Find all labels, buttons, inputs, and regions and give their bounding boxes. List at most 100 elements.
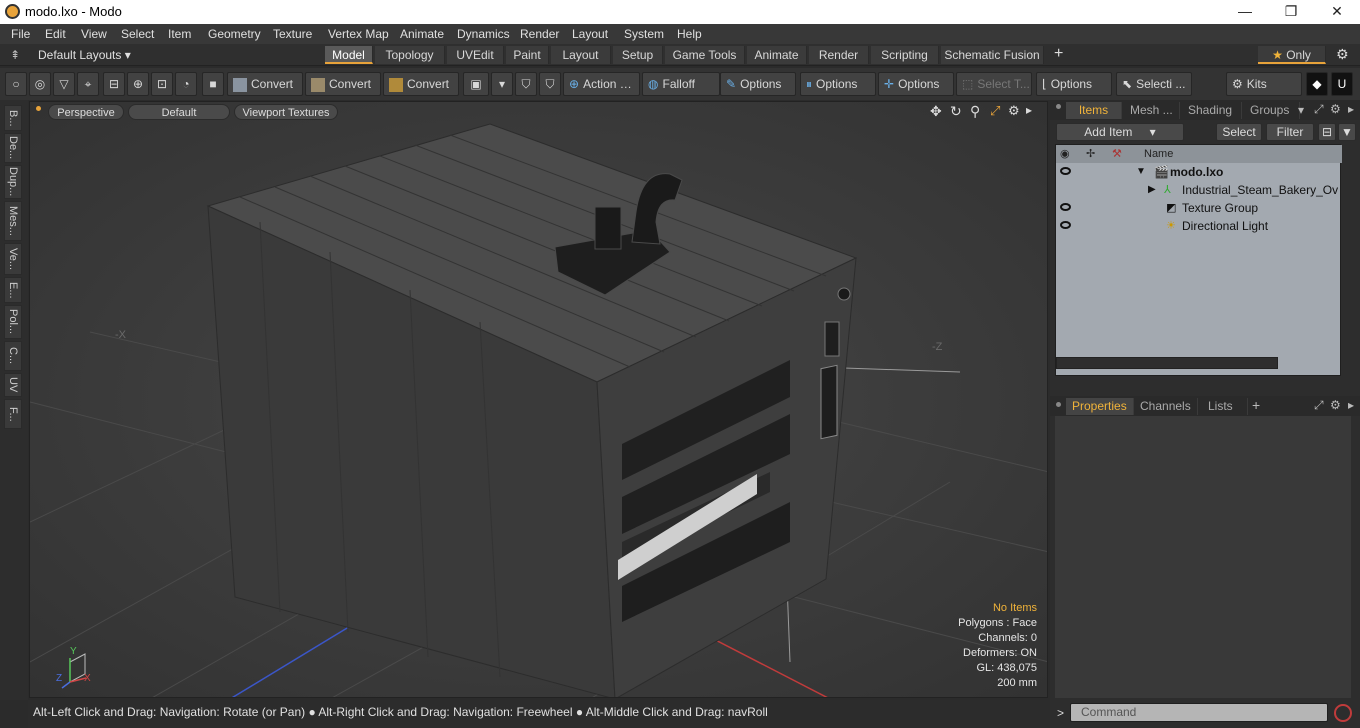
menu-texture[interactable]: Texture <box>273 27 312 41</box>
tab-game-tools[interactable]: Game Tools <box>665 46 745 64</box>
left-tab-fusion[interactable]: F... <box>4 399 22 429</box>
options-button-4[interactable]: ⌊ Options <box>1036 72 1112 96</box>
perspective-dropdown[interactable]: Perspective <box>48 104 124 120</box>
menu-vertex-map[interactable]: Vertex Map <box>328 27 389 41</box>
tree-row-directional-light[interactable]: ☀ Directional Light <box>1056 217 1342 235</box>
tab-uvedit[interactable]: UVEdit <box>447 46 504 64</box>
menu-select[interactable]: Select <box>121 27 154 41</box>
tab-scripting[interactable]: Scripting <box>871 46 939 64</box>
tab-topology[interactable]: Topology <box>375 46 445 64</box>
collapsed-arrow-icon[interactable]: ▶ <box>1148 181 1156 199</box>
menu-dynamics[interactable]: Dynamics <box>457 27 510 41</box>
tab-layout[interactable]: Layout <box>551 46 611 64</box>
panel-dot-icon[interactable] <box>1056 104 1061 109</box>
primitive-cube-icon[interactable]: ▣ <box>463 72 489 96</box>
unity-icon[interactable]: ◆ <box>1306 72 1328 96</box>
zoom-icon[interactable]: ⚲ <box>970 103 980 120</box>
panel-dot-icon[interactable] <box>1056 402 1061 407</box>
tab-animate[interactable]: Animate <box>747 46 807 64</box>
left-tab-duplicate[interactable]: Dup... <box>4 165 22 199</box>
visibility-eye-icon[interactable] <box>1060 167 1071 175</box>
menu-edit[interactable]: Edit <box>45 27 66 41</box>
tab-lists[interactable]: Lists <box>1202 398 1248 415</box>
panel-settings-icon[interactable]: ⚙ <box>1330 102 1341 116</box>
render-column-icon[interactable]: ⚒ <box>1112 147 1122 160</box>
tree-row-mesh[interactable]: ▶ ⅄ Industrial_Steam_Bakery_Ov ... <box>1056 181 1342 199</box>
options-button-1[interactable]: ✎ Options <box>720 72 796 96</box>
tab-mesh[interactable]: Mesh ... <box>1124 102 1180 119</box>
select-polygons-icon[interactable]: ▽ <box>53 72 75 96</box>
visibility-eye-icon[interactable] <box>1060 203 1071 211</box>
filter-button[interactable]: Filter <box>1266 123 1314 141</box>
add-tab-icon[interactable]: + <box>1252 397 1260 413</box>
falloff-button[interactable]: ◍ Falloff <box>642 72 720 96</box>
panel-menu-arrow-icon[interactable]: ▸ <box>1348 102 1354 116</box>
options-button-3[interactable]: ✛ Options <box>878 72 954 96</box>
visibility-eye-icon[interactable] <box>1060 221 1071 229</box>
close-button[interactable]: ✕ <box>1314 0 1360 24</box>
menu-geometry[interactable]: Geometry <box>208 27 261 41</box>
left-tab-uv[interactable]: UV <box>4 373 22 397</box>
default-layouts-dropdown[interactable]: Default Layouts ▾ <box>38 48 131 62</box>
rotate-icon[interactable]: ↻ <box>950 103 962 120</box>
tab-properties[interactable]: Properties <box>1066 398 1134 415</box>
mesh-cube-icon[interactable]: ■ <box>202 72 224 96</box>
snap-icon[interactable]: ◔ <box>175 72 197 96</box>
tree-horizontal-scrollbar[interactable] <box>1056 357 1278 369</box>
menu-view[interactable]: View <box>81 27 107 41</box>
tabs-overflow-icon[interactable]: ▾ <box>1298 103 1304 117</box>
center-icon[interactable]: ⊕ <box>127 72 149 96</box>
add-item-button[interactable]: Add Item ▾ <box>1056 123 1184 141</box>
tab-items[interactable]: Items <box>1066 102 1122 119</box>
menu-system[interactable]: System <box>624 27 664 41</box>
left-tab-deform[interactable]: De... <box>4 133 22 163</box>
menu-animate[interactable]: Animate <box>400 27 444 41</box>
shield-alt-icon[interactable]: ⛉ <box>539 72 561 96</box>
menu-item[interactable]: Item <box>168 27 191 41</box>
maximize-button[interactable]: ❐ <box>1268 0 1314 24</box>
maximize-viewport-icon[interactable]: ⤢ <box>990 103 1000 119</box>
menu-file[interactable]: File <box>11 27 30 41</box>
viewport-textures-dropdown[interactable]: Viewport Textures <box>234 104 338 120</box>
left-tab-edge[interactable]: E... <box>4 277 22 303</box>
command-history-icon[interactable] <box>1334 704 1352 722</box>
panel-expand-icon[interactable]: ⤢ <box>1314 398 1324 413</box>
left-tab-polygon[interactable]: Pol... <box>4 305 22 339</box>
select-edges-icon[interactable]: ◎ <box>29 72 51 96</box>
convert-button-3[interactable]: Convert <box>383 72 459 96</box>
collapse-icon[interactable]: ⊟ <box>1318 123 1336 141</box>
select-materials-icon[interactable]: ⊟ <box>103 72 125 96</box>
name-column-header[interactable]: Name <box>1144 148 1173 160</box>
select-items-icon[interactable]: ⌖ <box>77 72 99 96</box>
tree-row-scene[interactable]: ▼ 🎬 modo.lxo <box>1056 163 1342 181</box>
eye-column-icon[interactable]: ◉ <box>1060 147 1070 160</box>
select-vertices-icon[interactable]: ○ <box>5 72 27 96</box>
menu-help[interactable]: Help <box>677 27 702 41</box>
menu-layout[interactable]: Layout <box>572 27 608 41</box>
funnel-filter-icon[interactable]: ▼ <box>1338 123 1356 141</box>
minimize-button[interactable]: — <box>1222 0 1268 24</box>
command-input[interactable]: Command <box>1070 703 1328 722</box>
gear-icon[interactable]: ⚙ <box>1336 46 1349 63</box>
viewport-dot-icon[interactable] <box>36 106 41 111</box>
pan-icon[interactable]: ✥ <box>930 103 942 120</box>
expanded-arrow-icon[interactable]: ▼ <box>1136 163 1146 181</box>
left-tab-mesh-edit[interactable]: Mes... <box>4 201 22 241</box>
tree-row-texture-group[interactable]: ◩ Texture Group <box>1056 199 1342 217</box>
tab-setup[interactable]: Setup <box>613 46 663 64</box>
shield-icon[interactable]: ⛉ <box>515 72 537 96</box>
convert-button-2[interactable]: Convert <box>305 72 381 96</box>
tab-model[interactable]: Model <box>325 46 373 64</box>
kits-button[interactable]: ⚙ Kits <box>1226 72 1302 96</box>
selection-sets-button[interactable]: ⬉ Selecti ... <box>1116 72 1192 96</box>
panel-expand-icon[interactable]: ⤢ <box>1314 102 1324 117</box>
layout-toggle-icon[interactable]: ⇞ <box>10 48 20 62</box>
tab-shading[interactable]: Shading <box>1182 102 1242 119</box>
pivot-icon[interactable]: ⊡ <box>151 72 173 96</box>
select-button[interactable]: Select <box>1216 123 1262 141</box>
tab-paint[interactable]: Paint <box>506 46 549 64</box>
tab-schematic-fusion[interactable]: Schematic Fusion <box>941 46 1044 64</box>
menu-render[interactable]: Render <box>520 27 559 41</box>
viewport-menu-arrow-icon[interactable]: ▸ <box>1026 103 1032 117</box>
panel-settings-icon[interactable]: ⚙ <box>1330 398 1341 412</box>
